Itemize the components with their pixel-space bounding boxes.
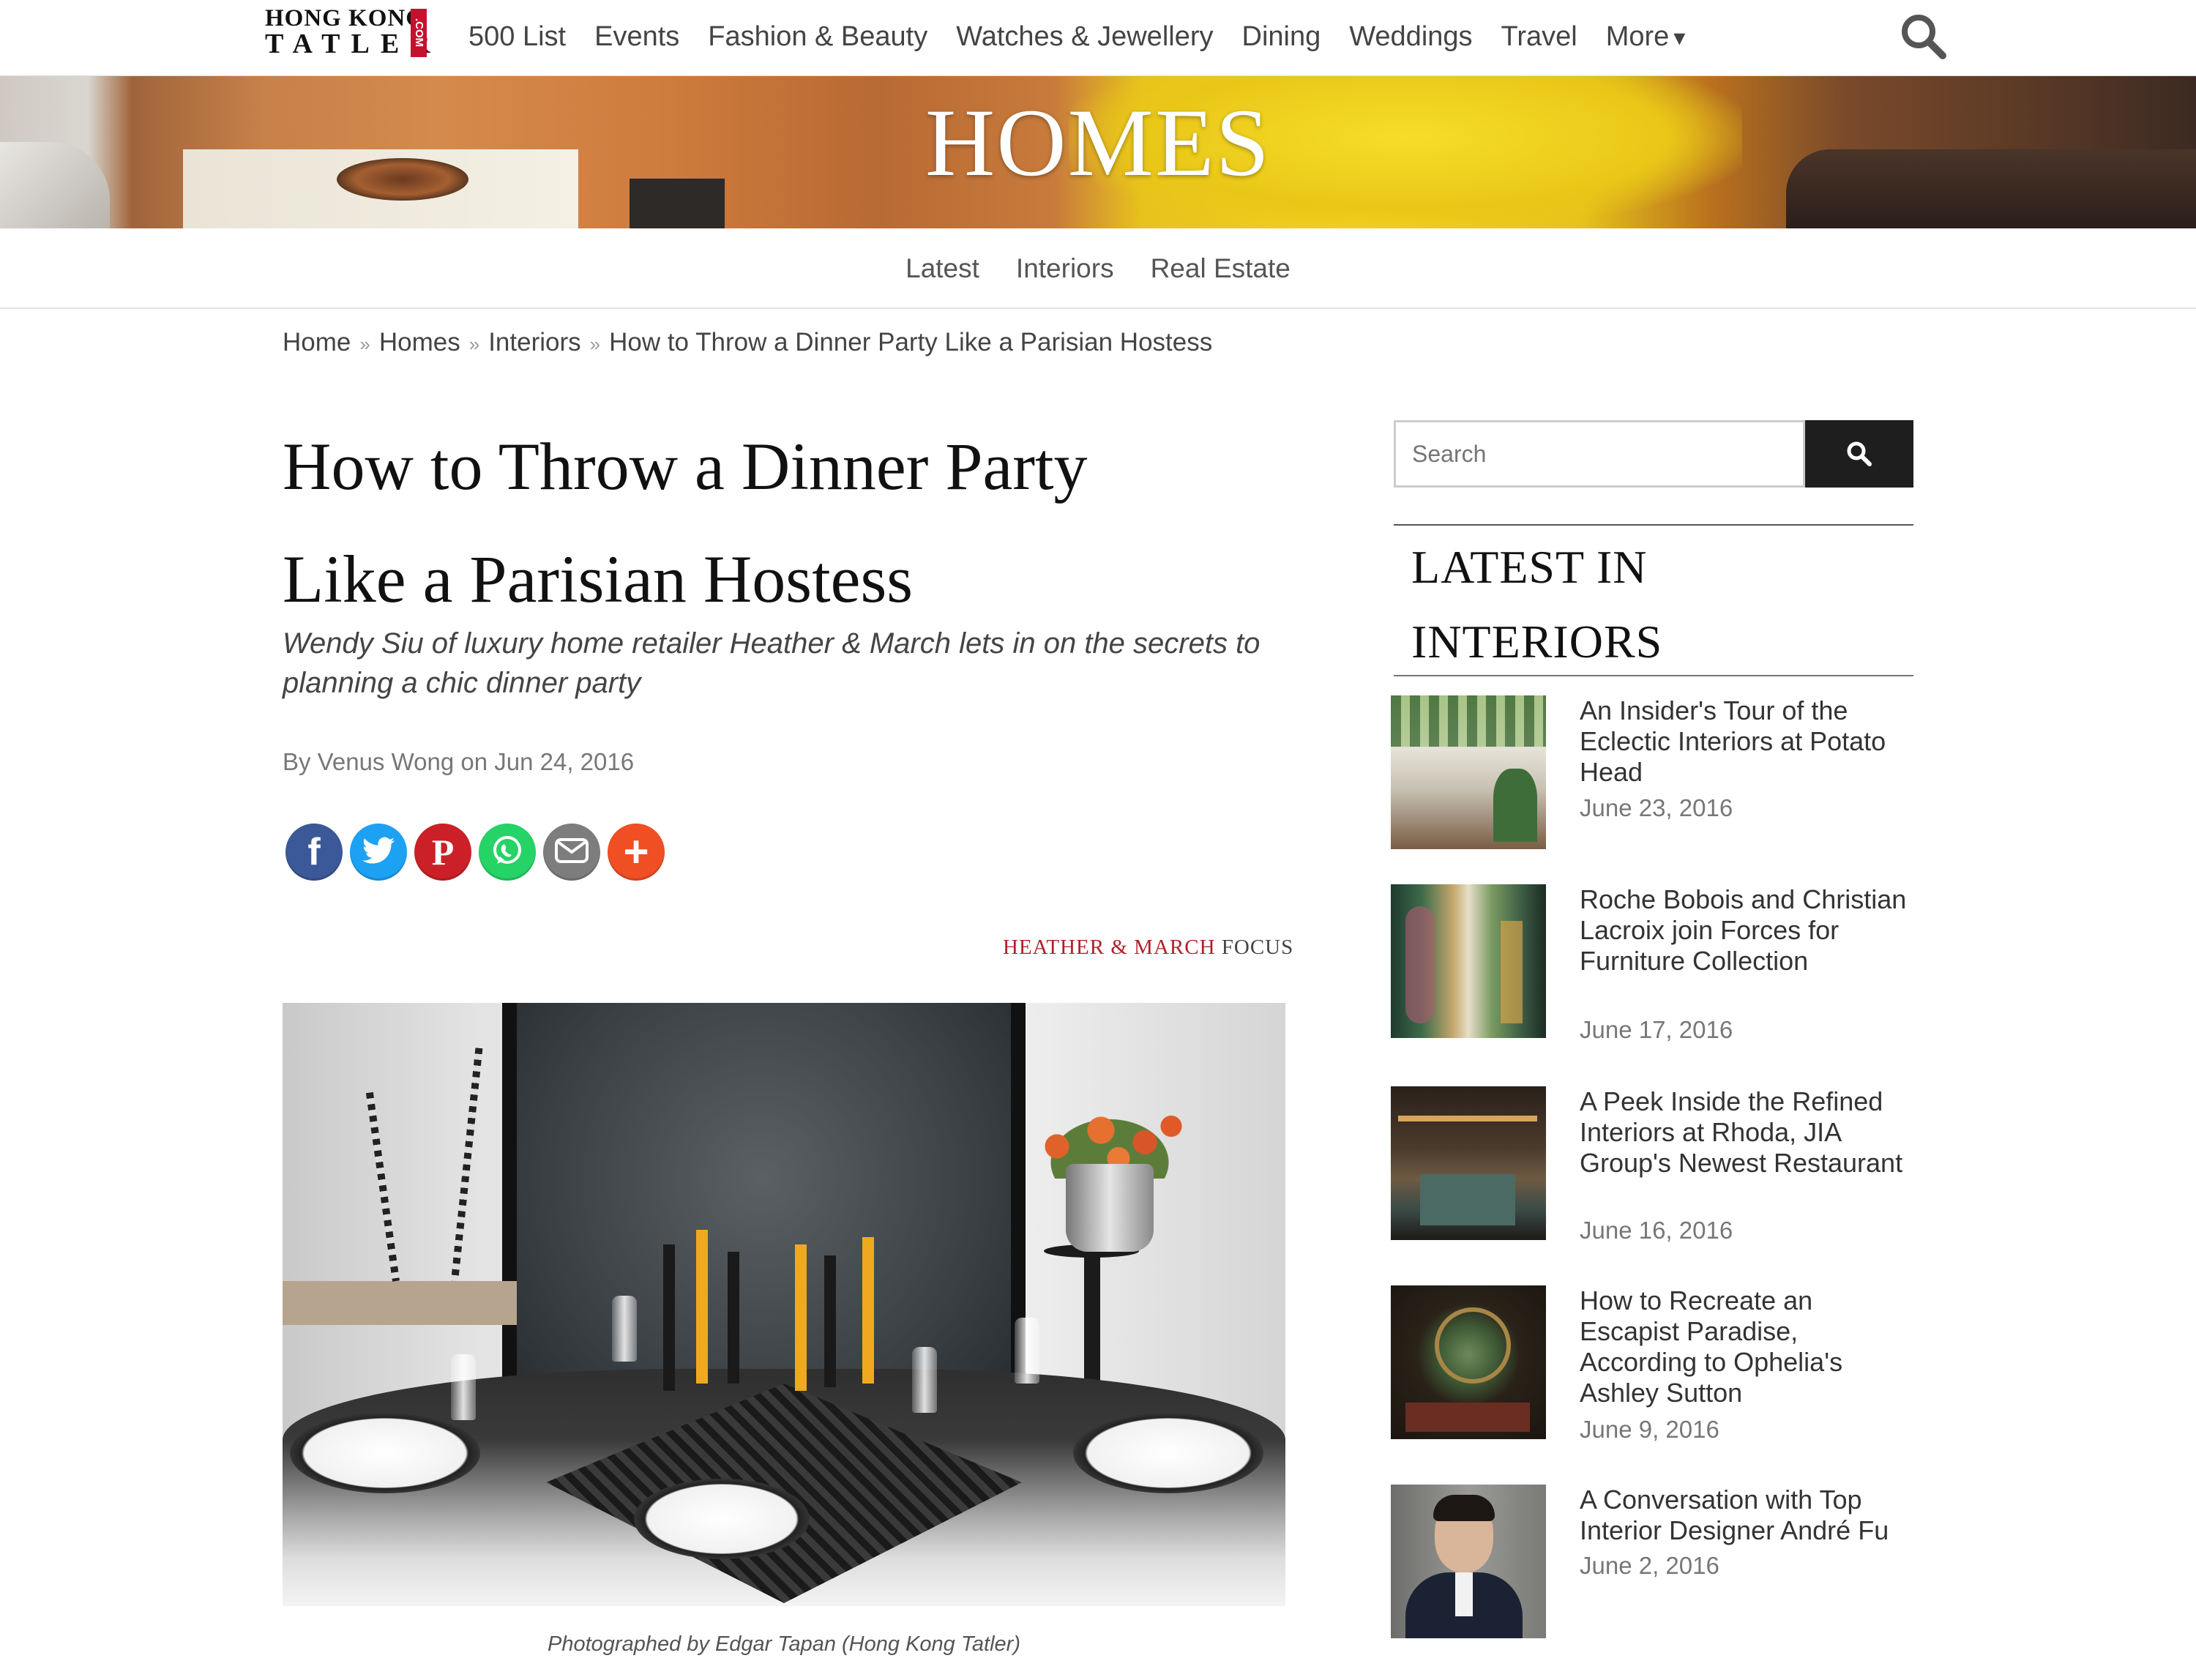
sidebar-article-title[interactable]: An Insider's Tour of the Eclectic Interi…	[1580, 695, 1909, 788]
twitter-icon	[362, 836, 395, 869]
article-title-line-2: Like a Parisian Hostess	[283, 542, 914, 616]
sidebar-article-date: June 9, 2016	[1580, 1416, 1719, 1443]
breadcrumb-homes[interactable]: Homes	[379, 328, 460, 356]
photo-plate	[1073, 1413, 1263, 1493]
nav-item-travel[interactable]: Travel	[1501, 21, 1577, 53]
sidebar-article-date: June 23, 2016	[1580, 794, 1733, 821]
pinterest-share-button[interactable]: P	[414, 824, 471, 881]
breadcrumb-separator: »	[589, 333, 601, 355]
photo-candle	[795, 1244, 807, 1391]
photo-candle	[862, 1237, 874, 1384]
photo-glass	[612, 1296, 637, 1362]
photo-glass	[1015, 1318, 1039, 1384]
nav-item-watches-jewellery[interactable]: Watches & Jewellery	[956, 21, 1213, 53]
article-hero-image	[283, 1003, 1285, 1606]
nav-item-500-list[interactable]: 500 List	[468, 21, 566, 53]
search-icon	[1845, 439, 1874, 472]
top-nav: HONG KONG TATLER .COM 500 List Events Fa…	[0, 0, 2196, 77]
latest-in-interiors-heading: LATEST IN INTERIORS	[1411, 541, 1663, 668]
subnav-latest[interactable]: Latest	[905, 253, 979, 284]
sidebar-article-title[interactable]: A Conversation with Top Interior Designe…	[1580, 1485, 1909, 1546]
social-share-bar: f P +	[285, 824, 672, 881]
article-title: How to Throw a Dinner Party Like a Paris…	[283, 410, 1293, 635]
twitter-share-button[interactable]	[350, 824, 407, 881]
photo-candle	[824, 1255, 836, 1387]
photo-caption: Photographed by Edgar Tapan (Hong Kong T…	[548, 1632, 1020, 1656]
article-dek: Wendy Siu of luxury home retailer Heathe…	[283, 627, 1261, 699]
photo-plate	[634, 1479, 810, 1559]
sidebar-article-date: June 16, 2016	[1580, 1217, 1733, 1244]
article-thumbnail[interactable]	[1391, 1086, 1546, 1240]
site-logo[interactable]: HONG KONG TATLER .COM	[265, 5, 430, 59]
nav-item-weddings[interactable]: Weddings	[1349, 21, 1472, 53]
whatsapp-share-button[interactable]	[479, 824, 536, 881]
logo-suffix: .COM	[411, 9, 427, 57]
search-icon[interactable]	[1897, 10, 1949, 61]
breadcrumb-separator: »	[468, 333, 480, 355]
facebook-share-button[interactable]: f	[285, 824, 343, 881]
nav-item-events[interactable]: Events	[594, 21, 679, 53]
sidebar-article-date: June 17, 2016	[1580, 1016, 1733, 1043]
breadcrumb-separator: »	[359, 333, 370, 355]
photo-glass	[912, 1347, 937, 1413]
breadcrumb-interiors[interactable]: Interiors	[488, 328, 580, 356]
article-thumbnail[interactable]	[1391, 1285, 1546, 1439]
nav-item-dining[interactable]: Dining	[1242, 21, 1321, 53]
subnav-interiors[interactable]: Interiors	[1016, 253, 1114, 284]
photo-candle	[696, 1230, 708, 1384]
photo-sideboard	[283, 1281, 517, 1325]
article-byline: By Venus Wong on Jun 24, 2016	[283, 748, 635, 775]
photo-glass	[451, 1354, 476, 1420]
nav-item-fashion-beauty[interactable]: Fashion & Beauty	[708, 21, 927, 53]
photo-stand-leg	[1084, 1252, 1100, 1398]
sponsor-focus-label: HEATHER & MARCH FOCUS	[1003, 936, 1293, 960]
article-thumbnail[interactable]	[1391, 884, 1546, 1038]
sidebar-article-title[interactable]: Roche Bobois and Christian Lacroix join …	[1580, 884, 1909, 977]
sidebar-article-date: June 2, 2016	[1580, 1552, 1719, 1579]
email-share-button[interactable]	[543, 824, 600, 881]
section-subnav: Latest Interiors Real Estate	[0, 230, 2196, 309]
plus-icon: +	[623, 827, 649, 876]
focus-word: FOCUS	[1221, 936, 1294, 959]
breadcrumb-home[interactable]: Home	[283, 328, 351, 356]
breadcrumb: Home » Homes » Interiors » How to Throw a Dinn…	[283, 328, 1212, 357]
sidebar-divider	[1394, 675, 1913, 676]
section-title: HOMES	[925, 89, 1271, 196]
article-thumbnail[interactable]	[1391, 695, 1546, 849]
sponsor-brand[interactable]: HEATHER & MARCH	[1003, 936, 1216, 959]
photo-candle	[728, 1252, 739, 1384]
breadcrumb-current: How to Throw a Dinner Party Like a Paris…	[609, 328, 1213, 356]
photo-candle	[663, 1244, 675, 1391]
photo-vase	[1066, 1164, 1154, 1252]
facebook-icon: f	[307, 831, 321, 873]
sidebar-article-title[interactable]: A Peek Inside the Refined Interiors at R…	[1580, 1086, 1909, 1179]
article-title-line-1: How to Throw a Dinner Party	[283, 429, 1088, 504]
more-share-button[interactable]: +	[608, 824, 665, 881]
main-nav-items: 500 List Events Fashion & Beauty Watches…	[468, 0, 1714, 73]
sidebar-search-button[interactable]	[1805, 420, 1913, 488]
sidebar-article-title[interactable]: How to Recreate an Escapist Paradise, Ac…	[1580, 1285, 1909, 1408]
photo-plate	[290, 1413, 480, 1493]
subnav-real-estate[interactable]: Real Estate	[1151, 253, 1291, 284]
sidebar-search-input[interactable]	[1394, 420, 1805, 488]
nav-item-more[interactable]: More	[1606, 21, 1686, 53]
pinterest-icon: P	[431, 832, 455, 873]
article-thumbnail[interactable]	[1391, 1485, 1546, 1638]
logo-line-1: HONG KONG	[265, 5, 425, 31]
mail-icon	[554, 837, 589, 867]
whatsapp-icon	[490, 833, 525, 872]
sidebar-divider	[1394, 524, 1913, 526]
